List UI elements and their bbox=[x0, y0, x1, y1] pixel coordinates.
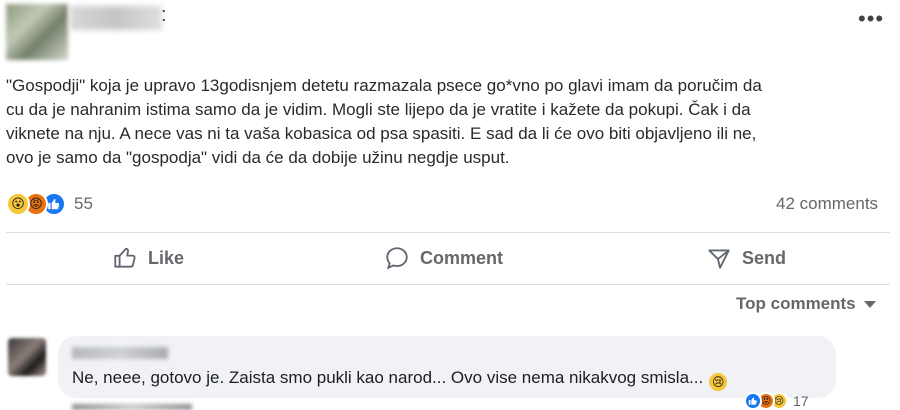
chevron-down-icon bbox=[863, 300, 876, 308]
comment-bubble-icon bbox=[386, 247, 408, 270]
comments-count[interactable]: 42 comments bbox=[776, 194, 878, 214]
comment-reactions[interactable]: 😡 😢 17 bbox=[744, 392, 809, 410]
comment-label: Comment bbox=[420, 247, 504, 268]
reactions-count: 55 bbox=[74, 194, 93, 213]
wow-icon: 😮 bbox=[6, 192, 30, 216]
comment-text: Ne, neee, gotovo je. Zaista smo pukli ka… bbox=[72, 368, 728, 391]
comment-button[interactable]: Comment bbox=[384, 238, 503, 278]
reactions-summary[interactable]: 😮 😡 55 bbox=[6, 192, 93, 216]
author-separator: : bbox=[161, 4, 167, 26]
author-name[interactable] bbox=[70, 6, 162, 30]
post-text-line: viknete na nju. A nece vas ni ta vaša ko… bbox=[6, 124, 757, 143]
post-text-line: "Gospodji" koja je upravo 13godisnjem de… bbox=[6, 76, 762, 95]
post-text-line: ovo je samo da "gospodja" vidi da će da … bbox=[6, 148, 510, 167]
author-avatar[interactable] bbox=[6, 4, 68, 60]
post-actions: Like Comment Send bbox=[0, 238, 900, 278]
more-options-icon[interactable]: ••• bbox=[858, 8, 884, 30]
send-button[interactable]: Send bbox=[706, 238, 786, 278]
post-text-line: cu da je nahranim istima samo da je vidi… bbox=[6, 100, 751, 119]
like-label: Like bbox=[148, 247, 185, 268]
comment-reactions-count: 17 bbox=[793, 393, 809, 409]
like-button[interactable]: Like bbox=[112, 238, 184, 278]
top-comments-filter[interactable]: Top comments bbox=[736, 294, 876, 314]
top-comments-label: Top comments bbox=[736, 294, 856, 313]
comment-text-content: Ne, neee, gotovo je. Zaista smo pukli ka… bbox=[72, 368, 704, 387]
divider bbox=[6, 232, 890, 233]
send-label: Send bbox=[742, 247, 787, 268]
commenter-avatar[interactable] bbox=[8, 338, 46, 376]
like-icon bbox=[744, 392, 762, 410]
send-icon bbox=[708, 249, 730, 269]
post-text: "Gospodji" koja je upravo 13godisnjem de… bbox=[6, 74, 890, 170]
comment-actions[interactable] bbox=[72, 404, 192, 410]
sad-emoji-icon: 😢 bbox=[709, 373, 728, 391]
divider bbox=[6, 284, 890, 285]
commenter-name[interactable] bbox=[72, 347, 168, 359]
thumbs-up-icon bbox=[114, 247, 136, 268]
